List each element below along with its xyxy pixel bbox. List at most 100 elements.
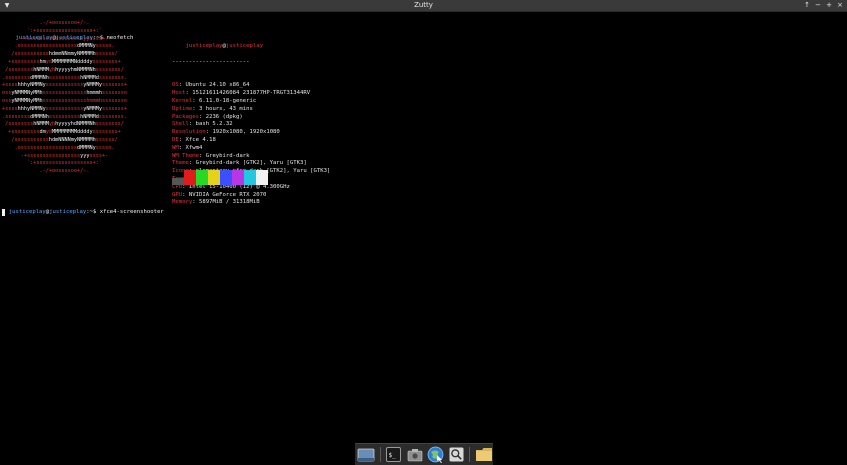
logo-segment: ssssssso <box>101 90 127 97</box>
logo-line: .ssssssssdMMMNhsssssssssshNMMMdssssssss. <box>2 75 127 83</box>
info-value: Greybird-dark [GTK2], Yaru [GTK3] <box>195 160 307 167</box>
logo-line: +sssshhhyNMMNyssssssssssssyNMMMysssssss+ <box>2 106 127 114</box>
logo-segment: hmmmh <box>86 90 102 97</box>
info-value: bash 5.2.32 <box>195 121 233 128</box>
app-finder-launcher[interactable] <box>447 445 466 464</box>
palette-swatch <box>256 170 268 185</box>
logo-line: ossyNMMMNyMMhsssssssssssssshmmmhssssssso <box>2 98 127 106</box>
logo-line: +ssssssssshmydMMMMMMMNddddyssssssss+ <box>2 59 127 67</box>
logo-segment: `:+ssssssssssssssssss+:` <box>2 160 102 167</box>
logo-segment: .ssssssss <box>2 74 31 81</box>
prompt-user: justiceplay <box>8 208 46 215</box>
info-key: GPU <box>172 191 183 198</box>
info-row: WM Theme: Greybird-dark <box>172 152 250 159</box>
info-row: Kernel: 6.11.0-18-generic <box>172 97 257 104</box>
terminal-launcher[interactable]: $_ <box>385 445 404 464</box>
logo-segment: oss <box>2 97 12 104</box>
logo-segment: dMMMNy <box>76 43 96 50</box>
info-row: Shell: bash 5.2.32 <box>172 121 233 128</box>
info-row: Uptime: 3 hours, 43 mins <box>172 105 253 112</box>
logo-line: .ssssssssdMMMNhsssssssssshNMMMdssssssss. <box>2 114 127 122</box>
keep-above-button[interactable]: ↑ <box>804 0 810 11</box>
logo-segment: ssssssss/ <box>95 66 124 73</box>
logo-segment: `:+ssssssssssssssssss+:` <box>2 27 102 34</box>
logo-segment: dMMMNy <box>76 144 96 151</box>
show-desktop-button[interactable] <box>357 445 376 464</box>
file-manager-launcher[interactable] <box>405 445 424 464</box>
web-browser-launcher[interactable] <box>426 445 445 464</box>
palette-swatch <box>208 170 220 185</box>
logo-segment: ssssssssss <box>48 113 81 120</box>
logo-segment: /ssssssss <box>2 66 34 73</box>
info-row: GPU: NVIDIA GeForce RTX 2070 <box>172 191 267 198</box>
ubuntu-ascii-logo: .-/+oossssoo+/-. `:+ssssssssssssssssss+:… <box>2 20 127 176</box>
app-finder-icon <box>449 447 463 462</box>
logo-segment: sssssssssssssshmmmh <box>42 97 102 104</box>
logo-segment: yNMMMy <box>83 82 102 89</box>
logo-segment: dMMMNh <box>30 74 49 81</box>
web-browser-icon <box>427 446 444 463</box>
logo-segment: ssssssss+ <box>92 129 121 136</box>
logo-segment: sssso. <box>95 144 115 151</box>
logo-segment: hhhyNMMNy <box>17 82 46 89</box>
logo-segment: dMMMNh <box>30 113 49 120</box>
prompt-host: justiceplay <box>49 208 87 215</box>
logo-line: .-/+oossssoo+/-. <box>2 168 127 176</box>
window-titlebar: ▼ Zutty ↑ − + × <box>0 0 847 12</box>
logo-line: `:+ssssssssssssssssss+:` <box>2 160 127 168</box>
logo-segment: .ssssssss <box>2 113 31 120</box>
logo-segment: oss <box>2 90 12 97</box>
logo-line: ossyNMMMNyMMhsssssssssssssshmmmhssssssso <box>2 90 127 98</box>
logo-segment: hNMMMd <box>80 74 99 81</box>
logo-segment: sssssss+ <box>101 105 127 112</box>
logo-segment: ssssssssssss <box>45 82 84 89</box>
logo-line: -+ssssssssssssssssssyyssss+- <box>2 36 127 44</box>
file-manager-icon <box>407 448 422 461</box>
logo-segment: hyyyyhmNMMMNh <box>55 66 96 73</box>
logo-segment: ssssssss/ <box>95 121 124 128</box>
logo-segment: yNMMMNyMMh <box>11 90 43 97</box>
maximize-button[interactable]: + <box>826 0 832 11</box>
info-key: Memory <box>172 199 193 206</box>
minimize-button[interactable]: − <box>815 0 821 11</box>
terminal-cursor <box>2 209 5 216</box>
info-divider: ----------------------- <box>172 58 250 65</box>
info-key: WM Theme <box>172 152 199 159</box>
info-value: 6.11.0-18-generic <box>198 97 257 104</box>
home-folder-launcher[interactable] <box>474 445 493 464</box>
logo-segment: sssssss+ <box>101 82 127 89</box>
logo-segment: ssssssso <box>101 97 127 104</box>
logo-segment: hdmNNNNmyNMMMMh <box>48 136 96 143</box>
info-row: Theme: Greybird-dark [GTK2], Yaru [GTK3] <box>172 160 307 167</box>
palette-swatch <box>172 178 184 185</box>
logo-segment: +sssssssss <box>2 58 40 65</box>
info-key: Kernel <box>172 97 193 104</box>
info-row: OS: Ubuntu 24.10 x86_64 <box>172 82 250 89</box>
logo-segment: -+sssssssssssssssss <box>2 152 81 159</box>
color-palette <box>172 170 268 185</box>
logo-segment: yNMMMy <box>83 105 102 112</box>
info-value: NVIDIA GeForce RTX 2070 <box>188 191 267 198</box>
dock-separator <box>469 447 471 462</box>
logo-segment: +ssss <box>2 105 18 112</box>
info-value: Greybird-dark <box>205 152 250 159</box>
info-row: Packages: 2236 (dpkg) <box>172 113 243 120</box>
logo-line: .-/+oossssoo+/-. <box>2 20 127 28</box>
logo-line: `:+ssssssssssssssssss+:` <box>2 28 127 36</box>
bottom-dock: $_ <box>355 443 493 465</box>
info-row: Resolution: 1920x1080, 1920x1080 <box>172 129 280 136</box>
logo-segment: /ssssssss <box>2 121 34 128</box>
logo-segment: hdmmNNmmyNMMMMh <box>48 51 96 58</box>
info-value: 2236 (dpkg) <box>205 113 243 120</box>
close-button[interactable]: × <box>837 0 843 11</box>
logo-segment: .ossssssssssssssssss <box>2 144 77 151</box>
dock-separator <box>379 447 381 462</box>
info-key: Packages <box>172 113 199 120</box>
info-key: Uptime <box>172 105 193 112</box>
info-value: Ubuntu 24.10 x86_64 <box>185 82 250 89</box>
palette-swatch <box>232 170 244 185</box>
logo-segment: sssso. <box>95 43 115 50</box>
info-row: DE: Xfce 4.18 <box>172 136 216 143</box>
info-user: justiceplay <box>185 43 223 50</box>
logo-line: /sssssssshNMMMyhhyyyyhmNMMMNhssssssss/ <box>2 67 127 75</box>
